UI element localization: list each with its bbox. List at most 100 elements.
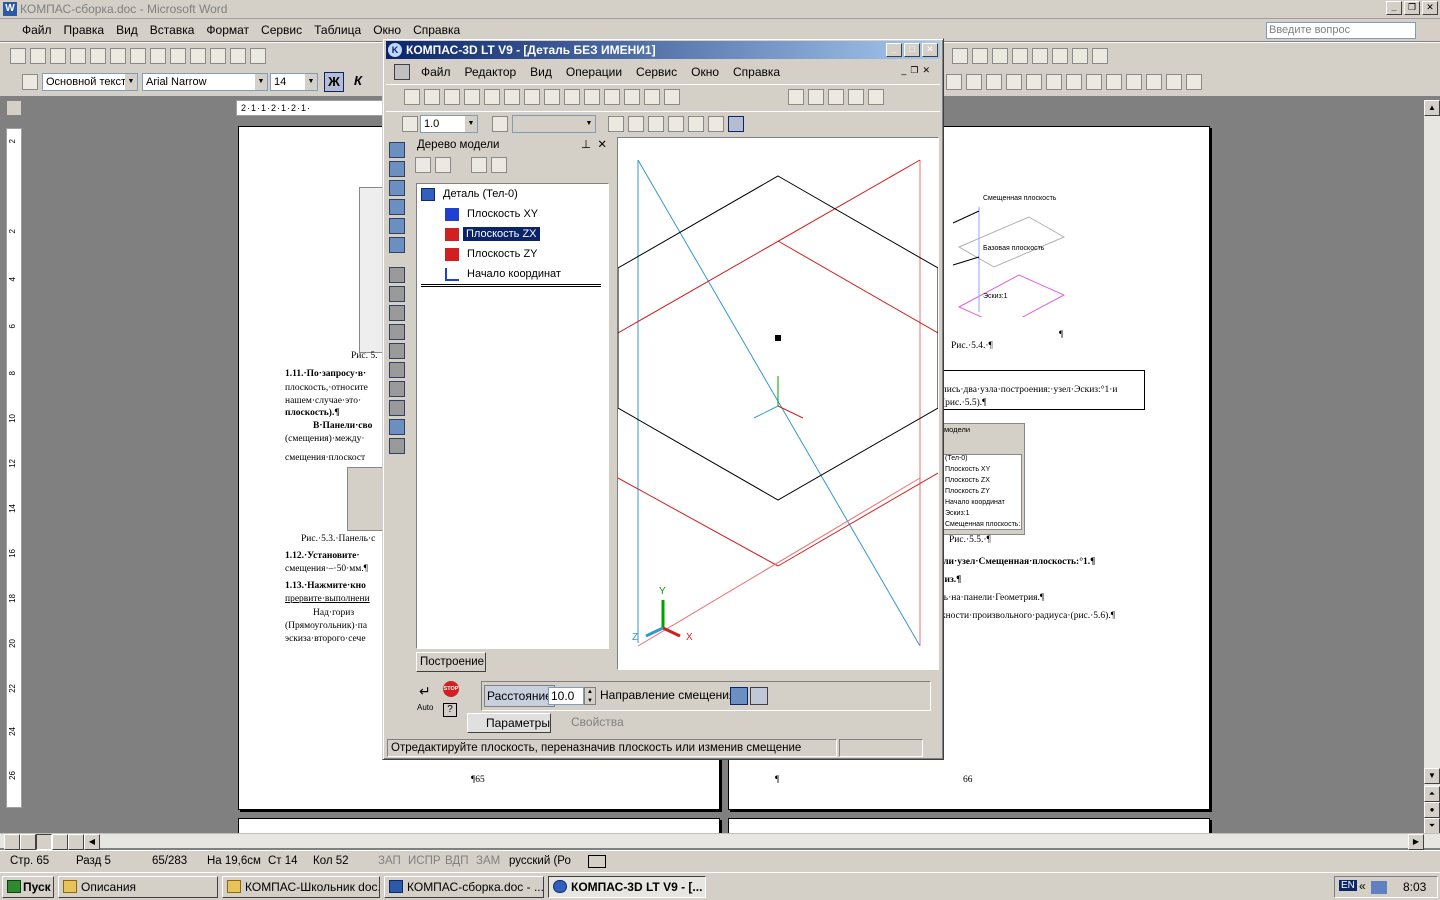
styles-icon[interactable] bbox=[22, 74, 38, 90]
next-page-icon[interactable]: ⏷ bbox=[1424, 818, 1440, 834]
scroll-left-icon[interactable]: ◀ bbox=[84, 834, 100, 850]
menu-window[interactable]: Окно bbox=[367, 23, 407, 37]
menu-format[interactable]: Формат bbox=[200, 23, 255, 37]
word-app-icon[interactable]: W bbox=[3, 2, 17, 16]
read-icon[interactable] bbox=[1072, 48, 1088, 64]
minimize-button[interactable]: _ bbox=[1386, 1, 1402, 15]
tree-docs-icon[interactable] bbox=[491, 157, 507, 173]
menu-help[interactable]: Справка bbox=[407, 23, 466, 37]
aux-geometry-icon[interactable] bbox=[389, 419, 405, 435]
tree-doc-icon[interactable] bbox=[471, 157, 487, 173]
model-viewport[interactable]: Y X Z bbox=[617, 137, 939, 670]
shape-icon[interactable] bbox=[389, 438, 405, 454]
scale-combo[interactable]: 1.0 ▼ bbox=[420, 115, 478, 133]
panel-switch-icon[interactable] bbox=[389, 142, 405, 158]
tree-item-detail[interactable]: Деталь (Тел-0) bbox=[421, 188, 518, 201]
table-icon[interactable] bbox=[952, 48, 968, 64]
menu-edit[interactable]: Правка bbox=[58, 23, 111, 37]
drawing-icon[interactable] bbox=[992, 48, 1008, 64]
reading-view-icon[interactable] bbox=[68, 834, 84, 850]
paste-icon[interactable] bbox=[210, 48, 226, 64]
direction-forward-icon[interactable] bbox=[730, 687, 748, 705]
language-indicator[interactable]: EN bbox=[1339, 880, 1357, 891]
redo-icon[interactable] bbox=[624, 89, 640, 105]
task-button[interactable]: Описания bbox=[58, 876, 218, 898]
prev-page-icon[interactable]: ⏶ bbox=[1424, 786, 1440, 802]
scroll-right-icon[interactable]: ▶ bbox=[1408, 834, 1424, 850]
style-combo[interactable]: Основной текст ▼ bbox=[42, 73, 138, 91]
menu-insert[interactable]: Вставка bbox=[144, 23, 201, 37]
menu-view[interactable]: Вид bbox=[110, 23, 144, 37]
list-icon[interactable] bbox=[584, 89, 600, 105]
help-search-input[interactable]: Введите вопрос bbox=[1266, 22, 1416, 39]
save-icon[interactable] bbox=[444, 89, 460, 105]
direction-reverse-icon[interactable] bbox=[750, 687, 768, 705]
horizontal-scrollbar[interactable]: ◀ ▶ bbox=[0, 833, 1440, 850]
columns-icon[interactable] bbox=[972, 48, 988, 64]
layer-combo[interactable]: ▼ bbox=[512, 115, 596, 133]
shape-icon[interactable] bbox=[389, 286, 405, 302]
sketch-icon[interactable] bbox=[389, 161, 405, 177]
docmap-icon[interactable] bbox=[1012, 48, 1028, 64]
copy-icon[interactable] bbox=[524, 89, 540, 105]
local-cs-icon[interactable] bbox=[688, 116, 704, 132]
shape-icon[interactable] bbox=[389, 324, 405, 340]
print-view-icon[interactable] bbox=[36, 834, 52, 850]
start-button[interactable]: Пуск bbox=[2, 876, 54, 898]
auto-create-button[interactable]: Auto bbox=[417, 703, 433, 712]
horizontal-ruler[interactable]: 2·1·1·2·1·2·1· bbox=[236, 100, 386, 116]
delete-icon[interactable] bbox=[1126, 74, 1142, 90]
status-ovr[interactable]: ЗАМ bbox=[476, 855, 500, 867]
snap-icon[interactable] bbox=[648, 116, 664, 132]
distance-input[interactable]: 10.0 bbox=[548, 687, 584, 705]
chevron-down-icon[interactable]: ▼ bbox=[465, 116, 477, 132]
preview-icon[interactable] bbox=[110, 48, 126, 64]
kompas-app-icon[interactable]: K bbox=[388, 43, 402, 57]
zoom-out-icon[interactable] bbox=[828, 89, 844, 105]
pan-icon[interactable] bbox=[868, 89, 884, 105]
tree-item-origin[interactable]: Начало координат bbox=[445, 268, 561, 281]
border-icon[interactable] bbox=[966, 74, 982, 90]
italic-button[interactable]: К bbox=[348, 72, 368, 92]
chevron-down-icon[interactable]: ▼ bbox=[305, 74, 317, 90]
preview-icon[interactable] bbox=[484, 89, 500, 105]
tray-expand-icon[interactable]: « bbox=[1359, 879, 1366, 893]
menu-tools[interactable]: Сервис bbox=[255, 23, 308, 37]
menu-table[interactable]: Таблица bbox=[308, 23, 367, 37]
browse-object-icon[interactable]: ● bbox=[1424, 802, 1440, 818]
status-rec[interactable]: ЗАП bbox=[378, 855, 401, 867]
menu-window[interactable]: Окно bbox=[684, 65, 726, 79]
status-ext[interactable]: ВДП bbox=[445, 855, 468, 867]
new-icon[interactable] bbox=[10, 48, 26, 64]
print-icon[interactable] bbox=[464, 89, 480, 105]
open-icon[interactable] bbox=[30, 48, 46, 64]
tree-item-plane-zy[interactable]: Плоскость ZY bbox=[445, 248, 538, 261]
undo-icon[interactable] bbox=[604, 89, 620, 105]
undo-icon[interactable] bbox=[250, 48, 266, 64]
shape-icon[interactable] bbox=[389, 343, 405, 359]
gear-icon[interactable] bbox=[1026, 74, 1042, 90]
menu-help[interactable]: Справка bbox=[726, 65, 787, 79]
shape-icon[interactable] bbox=[389, 305, 405, 321]
align-icon[interactable] bbox=[1046, 74, 1062, 90]
menu-editor[interactable]: Редактор bbox=[458, 65, 524, 79]
stop-button[interactable]: STOP bbox=[443, 681, 459, 697]
open-icon[interactable] bbox=[424, 89, 440, 105]
help-icon[interactable] bbox=[1092, 48, 1108, 64]
close-button[interactable]: ✕ bbox=[922, 43, 938, 57]
shape-icon[interactable] bbox=[389, 267, 405, 283]
layer-icon[interactable] bbox=[492, 116, 508, 132]
color-icon[interactable] bbox=[986, 74, 1002, 90]
frame-icon[interactable] bbox=[608, 116, 624, 132]
chevron-down-icon[interactable]: ▼ bbox=[125, 74, 137, 90]
chevron-down-icon[interactable]: ▼ bbox=[255, 74, 267, 90]
ruler-corner[interactable] bbox=[6, 100, 22, 116]
format-painter-icon[interactable] bbox=[230, 48, 246, 64]
copy-icon[interactable] bbox=[190, 48, 206, 64]
tree-item-plane-xy[interactable]: Плоскость XY bbox=[445, 208, 538, 221]
model-tree[interactable]: Деталь (Тел-0) Плоскость XY Плоскость ZX… bbox=[416, 183, 609, 649]
spelling-status-icon[interactable] bbox=[588, 855, 606, 868]
print-icon[interactable] bbox=[90, 48, 106, 64]
grid-icon[interactable] bbox=[668, 116, 684, 132]
zoom-icon[interactable] bbox=[1052, 48, 1068, 64]
